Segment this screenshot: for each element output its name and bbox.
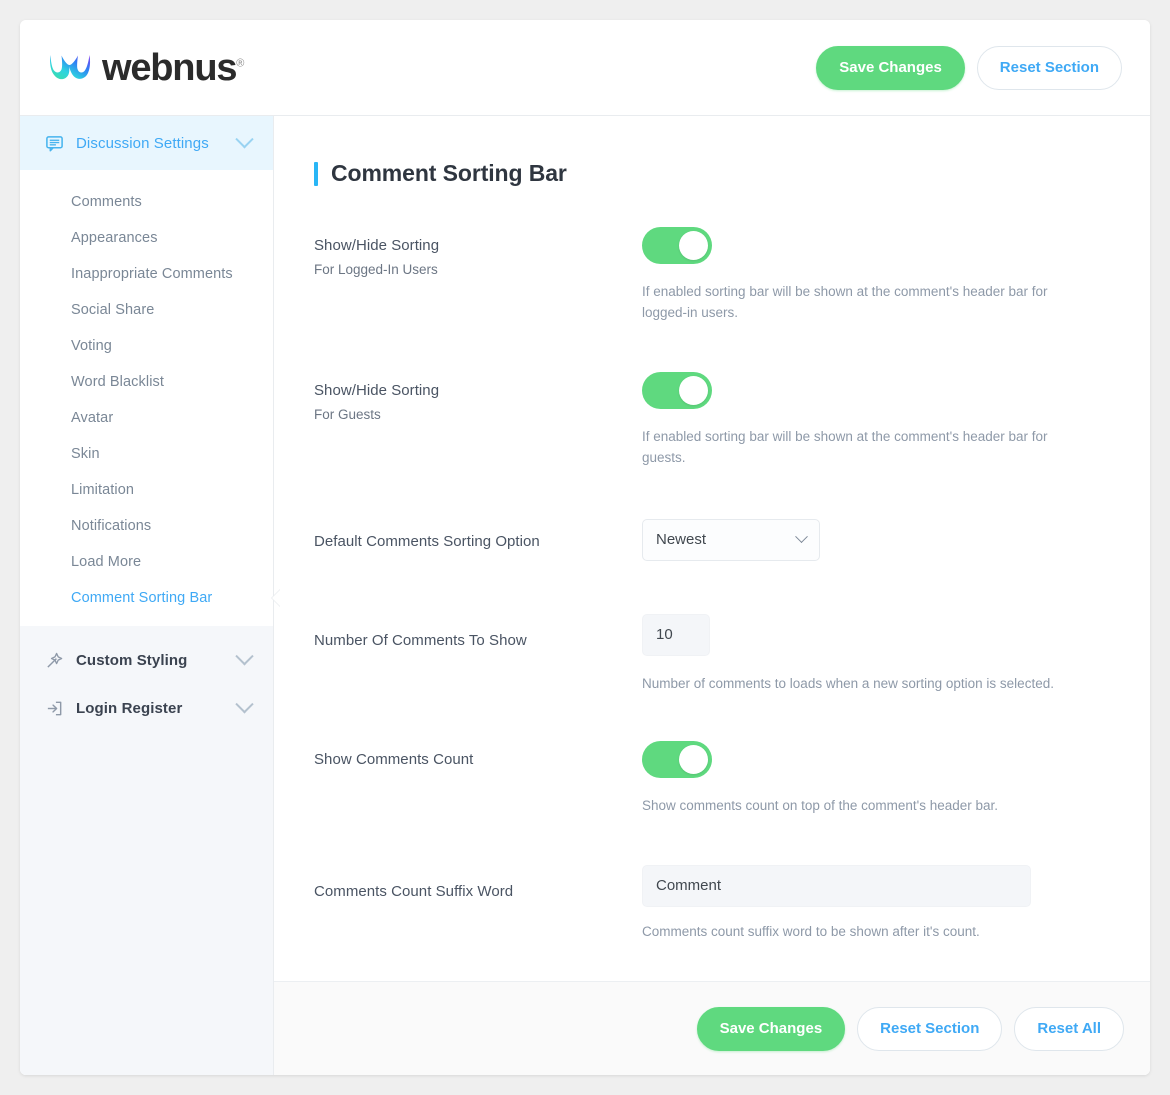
brand-name: webnus® — [102, 46, 245, 89]
sidebar-item-word-blacklist[interactable]: Word Blacklist — [20, 364, 273, 400]
sidebar-item-inappropriate-comments[interactable]: Inappropriate Comments — [20, 256, 273, 292]
comment-bubble-icon — [46, 135, 63, 151]
toggle-show-comments-count[interactable] — [642, 740, 712, 778]
reset-section-button-header[interactable]: Reset Section — [976, 45, 1122, 90]
sidebar-group-custom-styling[interactable]: Custom Styling — [20, 636, 273, 684]
field-control-column: Show comments count on top of the commen… — [642, 740, 1110, 817]
sidebar-item-social-share[interactable]: Social Share — [20, 292, 273, 328]
field-label: Show/Hide Sorting — [314, 237, 440, 254]
field-label-column: Comments Count Suffix Word — [314, 865, 642, 900]
webnus-gradient-mark-icon — [50, 54, 91, 79]
field-hint: Show comments count on top of the commen… — [642, 797, 999, 813]
sidebar-item-notifications[interactable]: Notifications — [20, 508, 273, 544]
toggle-knob — [679, 231, 708, 260]
field-label-column: Show/Hide Sorting For Logged-In Users — [314, 227, 642, 277]
sidebar-item-comments[interactable]: Comments — [20, 184, 273, 220]
header-actions: Save Changes Reset Section — [816, 45, 1122, 90]
field-control-column: If enabled sorting bar will be shown at … — [642, 371, 1110, 469]
sidebar-item-avatar[interactable]: Avatar — [20, 400, 273, 436]
chevron-down-icon — [235, 694, 254, 713]
field-comments-count-suffix-word: Comments Count Suffix Word Comments coun… — [314, 864, 1110, 943]
sidebar-item-skin[interactable]: Skin — [20, 436, 273, 472]
title-accent-bar — [314, 161, 318, 186]
save-changes-button-header[interactable]: Save Changes — [816, 45, 965, 90]
sidebar: Discussion Settings Comments Appearances… — [20, 116, 281, 1075]
field-label-column: Show/Hide Sorting For Guests — [314, 372, 642, 422]
input-number-of-comments[interactable] — [642, 613, 710, 656]
field-hint: If enabled sorting bar will be shown at … — [642, 428, 1048, 465]
sidebar-submenu-discussion-settings: Comments Appearances Inappropriate Comme… — [20, 170, 281, 626]
field-label: Comments Count Suffix Word — [314, 882, 514, 900]
field-hint: Number of comments to loads when a new s… — [642, 675, 1054, 691]
sidebar-group-login-register[interactable]: Login Register — [20, 684, 273, 732]
sidebar-item-appearances[interactable]: Appearances — [20, 220, 273, 256]
main-content: Comment Sorting Bar Show/Hide Sorting Fo… — [274, 116, 1150, 1075]
field-show-hide-sorting-guests: Show/Hide Sorting For Guests If enabled … — [314, 371, 1110, 469]
active-item-caret-icon — [272, 589, 281, 607]
sidebar-item-load-more[interactable]: Load More — [20, 544, 273, 580]
sidebar-item-limitation[interactable]: Limitation — [20, 472, 273, 508]
magic-wand-icon — [47, 652, 63, 668]
field-number-of-comments: Number Of Comments To Show Number of com… — [314, 613, 1110, 695]
select-selected-value: Newest — [656, 531, 707, 549]
field-label-column: Show Comments Count — [314, 741, 642, 768]
registered-trademark-symbol: ® — [236, 56, 245, 69]
sidebar-group-label: Custom Styling — [76, 651, 188, 669]
settings-form: Comment Sorting Bar Show/Hide Sorting Fo… — [274, 116, 1150, 981]
save-changes-button-footer[interactable]: Save Changes — [696, 1006, 846, 1051]
input-comments-count-suffix-word[interactable] — [642, 864, 1031, 907]
field-label: Number Of Comments To Show — [314, 631, 527, 649]
toggle-show-hide-sorting-logged-in[interactable] — [642, 227, 712, 264]
panel-body: Discussion Settings Comments Appearances… — [20, 116, 1150, 1075]
footer-bar: Save Changes Reset Section Reset All — [274, 981, 1150, 1075]
select-default-sorting-option[interactable]: Newest — [642, 518, 820, 561]
sidebar-lower-groups: Custom Styling Login Register — [20, 626, 273, 1075]
field-label: Show Comments Count — [314, 750, 474, 768]
chevron-down-icon — [235, 646, 254, 665]
field-control-column: If enabled sorting bar will be shown at … — [642, 227, 1110, 324]
field-control-column: Number of comments to loads when a new s… — [642, 613, 1110, 695]
sidebar-group-label: Discussion Settings — [76, 134, 209, 152]
reset-all-button-footer[interactable]: Reset All — [1014, 1006, 1124, 1051]
field-show-comments-count: Show Comments Count Show comments count … — [314, 740, 1110, 817]
field-hint: If enabled sorting bar will be shown at … — [642, 284, 1048, 320]
sidebar-item-voting[interactable]: Voting — [20, 328, 273, 364]
toggle-knob — [679, 744, 708, 774]
sidebar-group-label: Login Register — [76, 699, 183, 717]
sidebar-group-discussion-settings[interactable]: Discussion Settings — [20, 116, 273, 170]
field-label-column: Default Comments Sorting Option — [314, 529, 642, 550]
field-hint: Comments count suffix word to be shown a… — [642, 923, 980, 939]
field-label-column: Number Of Comments To Show — [314, 614, 642, 649]
brand-logo: webnus® — [47, 49, 244, 87]
settings-panel-card: webnus® Save Changes Reset Section Discu… — [20, 20, 1150, 1075]
field-sublabel: For Guests — [314, 406, 381, 422]
chevron-down-icon — [795, 530, 808, 544]
field-show-hide-sorting-logged-in: Show/Hide Sorting For Logged-In Users If… — [314, 227, 1110, 324]
field-control-column: Comments count suffix word to be shown a… — [642, 864, 1110, 943]
reset-section-button-footer[interactable]: Reset Section — [857, 1006, 1003, 1051]
header-bar: webnus® Save Changes Reset Section — [20, 20, 1150, 116]
login-arrow-icon — [47, 701, 62, 715]
field-label: Show/Hide Sorting — [314, 381, 440, 399]
field-control-column: Newest — [642, 518, 1110, 561]
field-label: Default Comments Sorting Option — [314, 533, 540, 551]
chevron-down-icon — [235, 129, 254, 148]
toggle-knob — [679, 375, 708, 405]
page-title-text: Comment Sorting Bar — [331, 160, 567, 186]
toggle-show-hide-sorting-guests[interactable] — [642, 371, 712, 409]
field-sublabel: For Logged-In Users — [314, 262, 438, 277]
field-default-sorting-option: Default Comments Sorting Option Newest — [314, 518, 1110, 561]
sidebar-item-label: Comment Sorting Bar — [71, 590, 213, 606]
sidebar-item-comment-sorting-bar[interactable]: Comment Sorting Bar — [20, 580, 281, 616]
page-title: Comment Sorting Bar — [314, 160, 1110, 187]
